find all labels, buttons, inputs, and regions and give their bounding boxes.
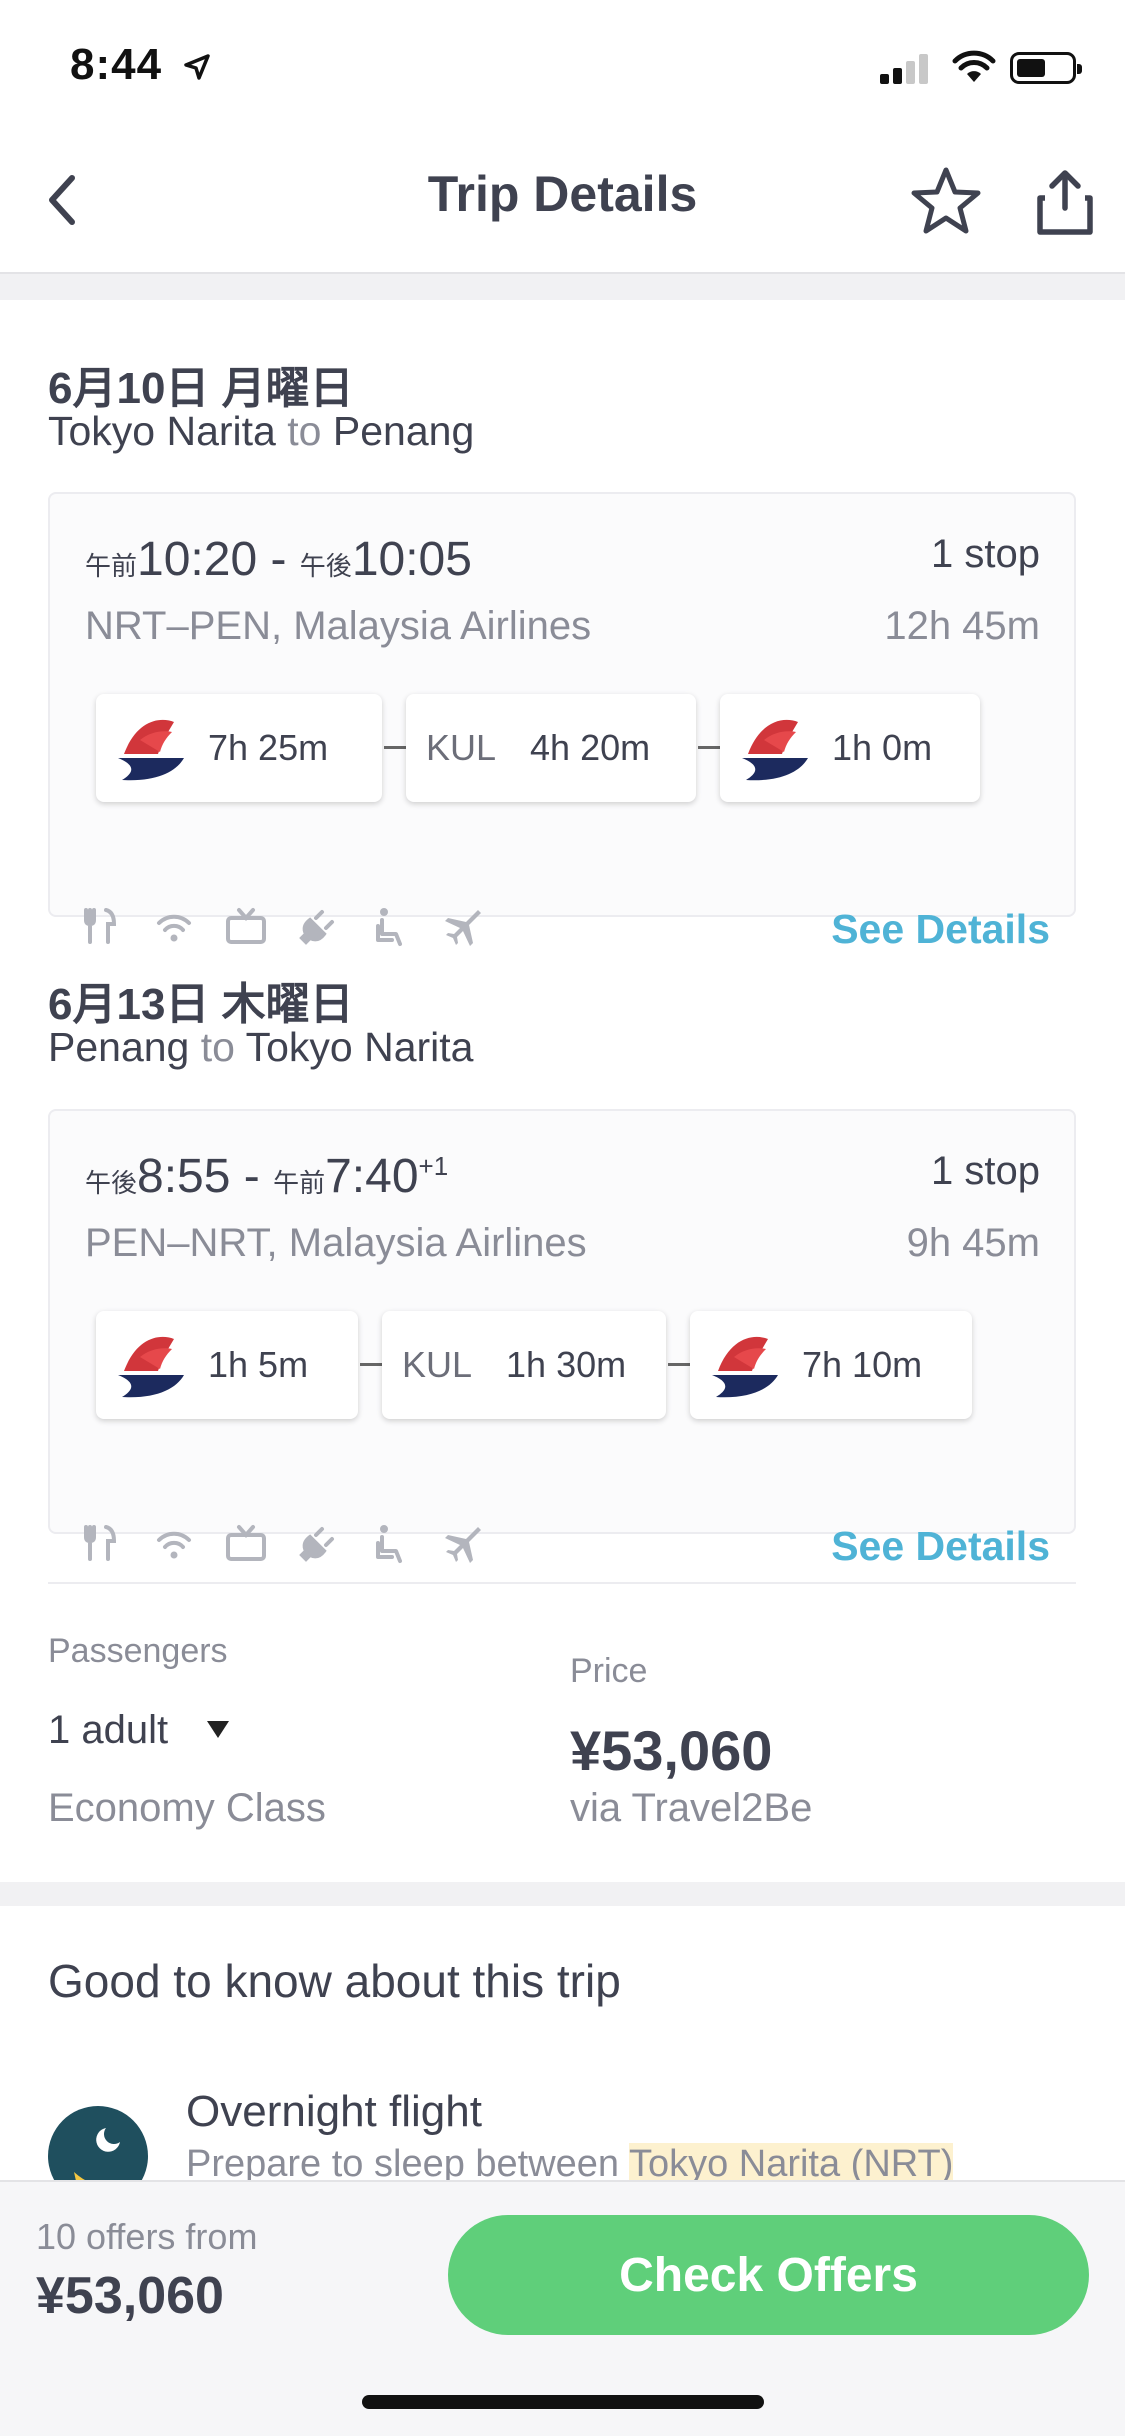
- flight-segment: 7h 25m: [96, 694, 382, 802]
- favorite-star-icon[interactable]: [910, 165, 982, 237]
- arrive-time: 7:40: [325, 1150, 419, 1203]
- arrive-ampm: 午前: [273, 1168, 326, 1198]
- price-provider: via Travel2Be: [570, 1786, 813, 1830]
- price-label: Price: [570, 1652, 648, 1690]
- flight-segment: 1h 5m: [96, 1311, 358, 1419]
- depart-time: 8:55: [137, 1150, 231, 1203]
- share-icon[interactable]: [1035, 168, 1095, 236]
- outbound-origin: Tokyo Narita: [48, 408, 276, 454]
- meal-icon: [84, 908, 117, 944]
- layover-airport: KUL: [402, 1344, 473, 1385]
- segment-connector: [698, 746, 720, 749]
- section-spacer: [0, 274, 1125, 300]
- overnight-desc-highlight: Tokyo Narita (NRT): [628, 2143, 954, 2185]
- location-arrow-icon: [184, 54, 210, 80]
- route-to-word: to: [200, 1024, 235, 1070]
- cellular-signal-icon: [880, 52, 932, 84]
- route-to-word: to: [287, 408, 322, 454]
- price-value: ¥53,060: [570, 1719, 773, 1782]
- power-icon: [299, 910, 334, 945]
- outbound-stops: 1 stop: [931, 532, 1040, 576]
- home-indicator[interactable]: [362, 2395, 764, 2409]
- seat-icon: [376, 908, 402, 946]
- outbound-airline: NRT–PEN, Malaysia Airlines: [85, 604, 592, 648]
- segment-duration: 7h 10m: [802, 1344, 923, 1385]
- cabin-class: Economy Class: [48, 1786, 326, 1830]
- wifi-icon: [157, 914, 191, 942]
- outbound-destination: Penang: [332, 408, 475, 454]
- overnight-desc-text: Prepare to sleep between: [186, 2143, 629, 2185]
- return-date: 6月13日 木曜日: [48, 980, 354, 1029]
- meal-icon: [84, 1525, 117, 1561]
- outbound-route: Tokyo Narita to Penang: [48, 408, 474, 455]
- layover-segment: KUL 4h 20m: [406, 694, 696, 802]
- return-duration: 9h 45m: [906, 1221, 1040, 1265]
- depart-time: 10:20: [137, 533, 258, 586]
- power-icon: [299, 1527, 334, 1562]
- passengers-dropdown[interactable]: 1 adult: [48, 1708, 168, 1753]
- outbound-times: 午前10:20 - 午後10:05: [85, 532, 472, 587]
- malaysia-airlines-logo-icon: [118, 1336, 184, 1398]
- return-destination: Tokyo Narita: [245, 1024, 474, 1070]
- dropdown-caret-icon[interactable]: [205, 1718, 231, 1740]
- time-separator: -: [230, 1150, 274, 1203]
- segment-duration: 1h 5m: [208, 1344, 309, 1385]
- offers-count: 10 offers from: [36, 2216, 258, 2257]
- malaysia-airlines-logo-icon: [742, 719, 808, 781]
- layover-duration: 4h 20m: [530, 727, 651, 768]
- tv-icon: [226, 1525, 266, 1561]
- wifi-icon: [157, 1531, 191, 1559]
- plane-icon: [445, 1527, 481, 1563]
- layover-segment: KUL 1h 30m: [382, 1311, 666, 1419]
- flight-segment: 7h 10m: [690, 1311, 972, 1419]
- return-origin: Penang: [48, 1024, 190, 1070]
- section-spacer: [0, 1882, 1125, 1906]
- arrive-ampm: 午後: [299, 551, 352, 581]
- day-offset: +1: [418, 1151, 449, 1181]
- malaysia-airlines-logo-icon: [712, 1336, 778, 1398]
- arrive-time: 10:05: [351, 533, 472, 586]
- offers-price: ¥53,060: [36, 2267, 224, 2325]
- outbound-see-details-link[interactable]: See Details: [831, 906, 1050, 953]
- outbound-duration: 12h 45m: [884, 604, 1040, 648]
- status-time: 8:44: [70, 40, 163, 89]
- wifi-icon: [952, 50, 996, 82]
- plane-icon: [445, 910, 481, 946]
- amenities-row: [80, 1521, 484, 1565]
- check-offers-button[interactable]: Check Offers: [448, 2215, 1089, 2335]
- return-airline: PEN–NRT, Malaysia Airlines: [85, 1221, 587, 1265]
- depart-ampm: 午後: [85, 1168, 138, 1198]
- return-route: Penang to Tokyo Narita: [48, 1024, 474, 1071]
- segment-duration: 7h 25m: [208, 727, 329, 768]
- segment-connector: [668, 1363, 690, 1366]
- return-flight-card[interactable]: 午後8:55 - 午前7:40+1 1 stop PEN–NRT, Malays…: [48, 1109, 1076, 1569]
- seat-icon: [376, 1525, 402, 1563]
- segment-connector: [384, 746, 406, 749]
- tv-icon: [226, 908, 266, 944]
- layover-duration: 1h 30m: [506, 1344, 627, 1385]
- outbound-flight-card[interactable]: 午前10:20 - 午後10:05 1 stop NRT–PEN, Malays…: [48, 492, 1076, 952]
- malaysia-airlines-logo-icon: [118, 719, 184, 781]
- time-separator: -: [257, 533, 300, 586]
- battery-icon: [1010, 52, 1082, 84]
- segment-duration: 1h 0m: [832, 727, 933, 768]
- segment-connector: [360, 1363, 382, 1366]
- flight-segment: 1h 0m: [720, 694, 980, 802]
- section-divider: [48, 1582, 1076, 1584]
- layover-airport: KUL: [426, 727, 497, 768]
- return-times: 午後8:55 - 午前7:40+1: [85, 1149, 448, 1204]
- return-stops: 1 stop: [931, 1149, 1040, 1193]
- outbound-date: 6月10日 月曜日: [48, 364, 354, 413]
- passengers-label: Passengers: [48, 1632, 228, 1670]
- amenities-row: [80, 904, 484, 948]
- return-see-details-link[interactable]: See Details: [831, 1523, 1050, 1570]
- overnight-flight-title: Overnight flight: [186, 2087, 482, 2136]
- good-to-know-title: Good to know about this trip: [48, 1955, 621, 2007]
- depart-ampm: 午前: [85, 551, 138, 581]
